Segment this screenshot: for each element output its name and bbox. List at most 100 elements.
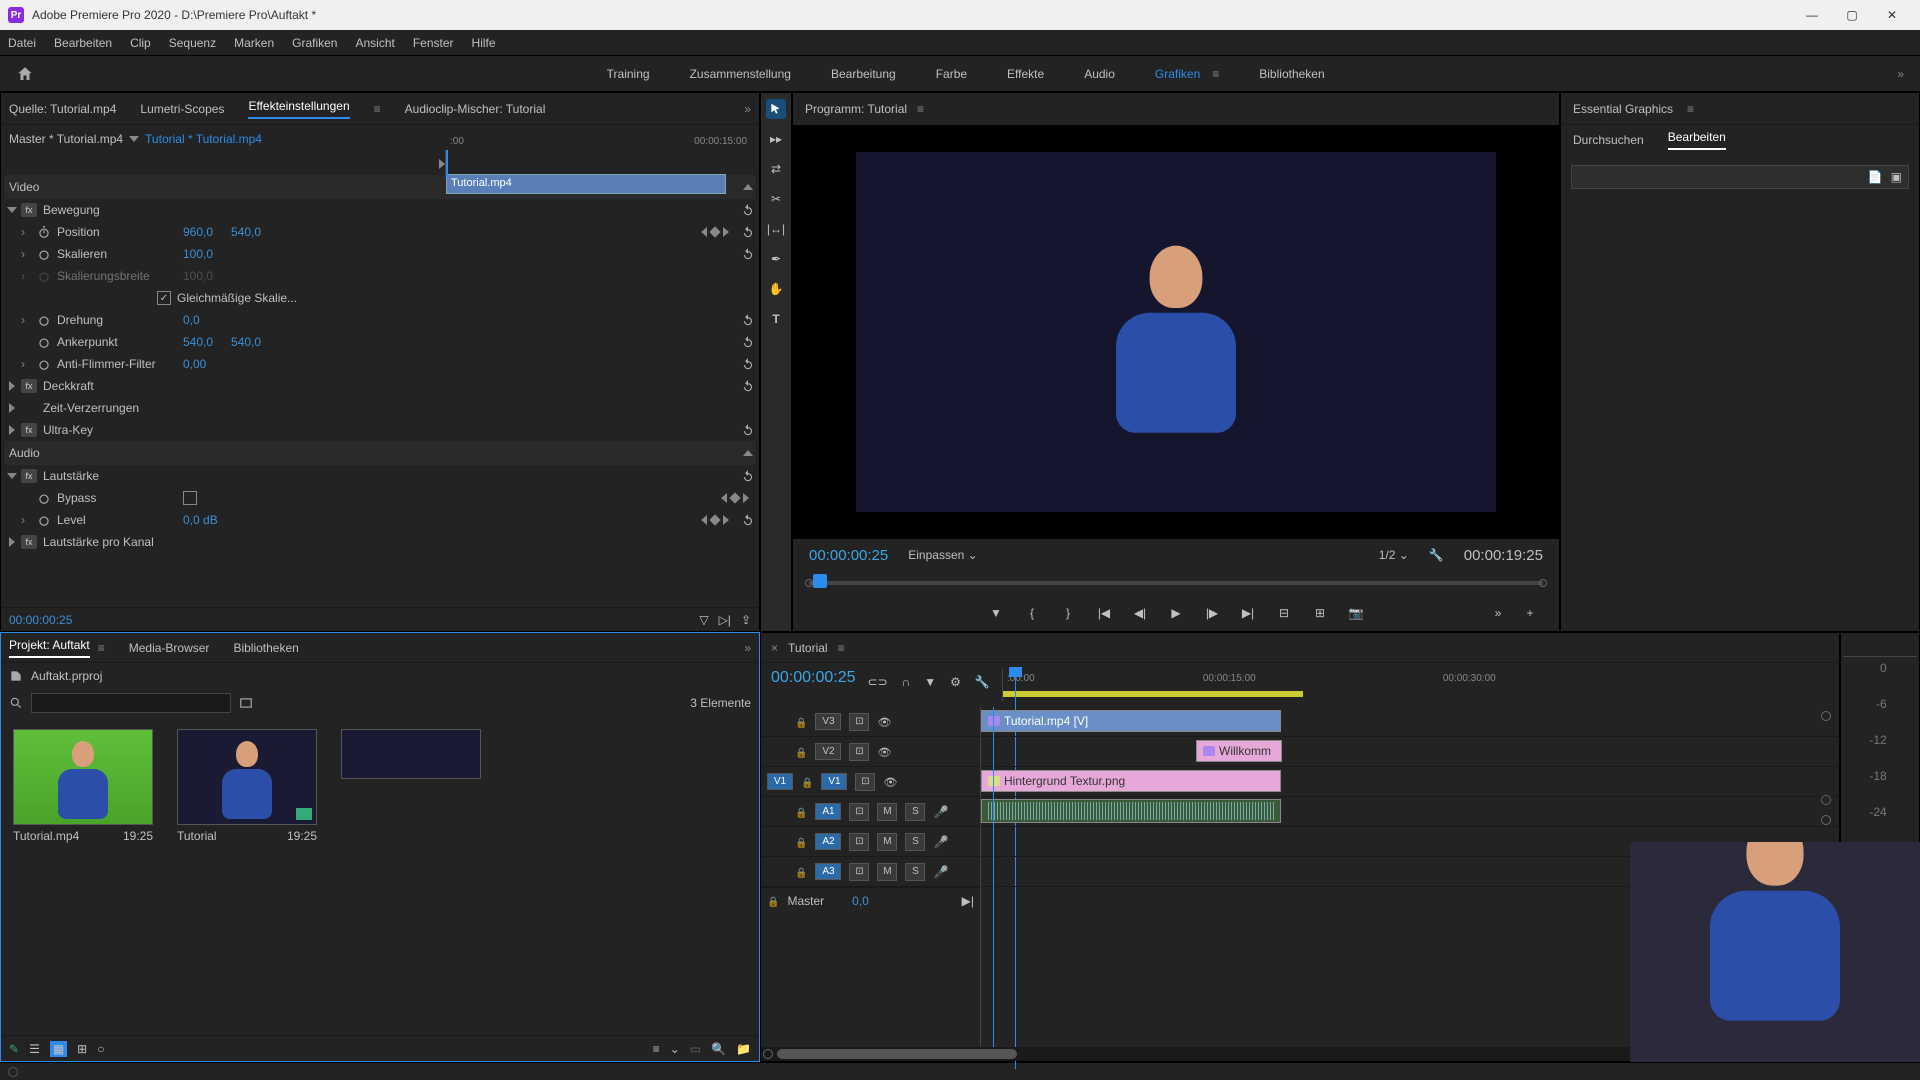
panel-overflow-icon[interactable]: » — [744, 641, 751, 655]
fx-lautstaerke-kanal[interactable]: fx Lautstärke pro Kanal — [5, 531, 755, 553]
tab-media-browser[interactable]: Media-Browser — [129, 641, 210, 655]
chevron-down-icon[interactable] — [129, 136, 139, 142]
lock-icon[interactable] — [795, 805, 807, 819]
expand-icon[interactable] — [9, 381, 15, 391]
skalieren-value[interactable]: 100,0 — [183, 247, 213, 261]
step-forward-button[interactable]: |▶ — [1203, 604, 1221, 622]
tab-effekteinstellungen[interactable]: Effekteinstellungen — [248, 99, 349, 119]
menu-sequenz[interactable]: Sequenz — [169, 36, 216, 50]
fx-deckkraft[interactable]: fx Deckkraft — [5, 375, 755, 397]
timeline-playhead-line[interactable] — [993, 707, 994, 1047]
workspace-zusammenstellung[interactable]: Zusammenstellung — [690, 67, 791, 81]
master-value[interactable]: 0,0 — [852, 894, 869, 908]
sync-lock-icon[interactable]: ⊡ — [849, 833, 869, 851]
expand-icon[interactable] — [7, 473, 17, 479]
tab-projekt[interactable]: Projekt: Auftakt — [9, 638, 90, 658]
reset-icon[interactable] — [741, 247, 755, 261]
scrub-playhead[interactable] — [813, 574, 827, 588]
new-bin-icon[interactable]: 📁 — [736, 1042, 751, 1056]
automate-icon[interactable]: ▭ — [690, 1042, 701, 1056]
stopwatch-icon[interactable] — [37, 225, 51, 239]
workspace-menu-icon[interactable]: ≡ — [1212, 67, 1219, 81]
eye-icon[interactable] — [883, 775, 897, 789]
keyframe-nav[interactable] — [721, 493, 749, 503]
go-to-end-icon[interactable]: ▶| — [962, 894, 974, 908]
track-header-v2[interactable]: V2 ⊡ — [761, 737, 980, 767]
reset-icon[interactable] — [741, 513, 755, 527]
voiceover-icon[interactable]: 🎤 — [933, 835, 948, 849]
settings-wrench-icon[interactable]: 🔧 — [1429, 548, 1444, 562]
linked-selection-icon[interactable]: ∩ — [902, 675, 911, 689]
tl-wrench-icon[interactable]: 🔧 — [975, 675, 990, 689]
workspace-farbe[interactable]: Farbe — [936, 67, 967, 81]
panel-menu-icon[interactable]: ≡ — [917, 102, 924, 116]
maximize-button[interactable]: ▢ — [1840, 8, 1864, 22]
track-select-tool[interactable]: ▸▸ — [766, 129, 786, 149]
collapse-icon[interactable] — [743, 450, 753, 456]
lock-icon[interactable] — [795, 835, 807, 849]
lock-icon[interactable] — [795, 745, 807, 759]
program-scrubber[interactable] — [793, 571, 1559, 595]
reset-icon[interactable] — [741, 313, 755, 327]
menu-fenster[interactable]: Fenster — [413, 36, 454, 50]
expand-icon[interactable]: › — [21, 357, 31, 371]
home-icon[interactable] — [16, 65, 34, 83]
add-button-icon[interactable]: + — [1521, 604, 1539, 622]
mark-in-button[interactable]: { — [1023, 604, 1041, 622]
track-header-v3[interactable]: V3 ⊡ — [761, 707, 980, 737]
panel-menu-icon[interactable]: ≡ — [1687, 102, 1694, 116]
track-name[interactable]: V3 — [815, 713, 841, 730]
master-track-header[interactable]: Master 0,0 ▶| — [761, 887, 980, 913]
solo-button[interactable]: S — [905, 803, 925, 821]
clip-v2[interactable]: Willkomm — [1196, 740, 1282, 762]
timeline-ruler[interactable]: :00:00 00:00:15:00 00:00:30:00 — [1002, 669, 1829, 701]
list-view-icon[interactable]: ☰ — [29, 1042, 40, 1056]
reset-icon[interactable] — [741, 469, 755, 483]
source-patch[interactable]: V1 — [767, 773, 793, 790]
reset-icon[interactable] — [741, 335, 755, 349]
fx-bewegung[interactable]: fx Bewegung — [5, 199, 755, 221]
razor-tool[interactable]: ✂ — [766, 189, 786, 209]
eye-icon[interactable] — [877, 745, 891, 759]
panel-menu-icon[interactable]: ≡ — [838, 641, 845, 655]
voiceover-icon[interactable]: 🎤 — [933, 865, 948, 879]
freeform-view-icon[interactable]: ⊞ — [77, 1042, 87, 1056]
clip-v1[interactable]: Hintergrund Textur.png — [981, 770, 1281, 792]
reset-icon[interactable] — [741, 225, 755, 239]
zoom-dropdown[interactable]: 1/2 ⌄ — [1379, 548, 1409, 562]
clip-a1[interactable] — [981, 799, 1281, 823]
lock-icon[interactable] — [801, 775, 813, 789]
bin-thumbnail[interactable] — [177, 729, 317, 825]
expand-icon[interactable]: › — [21, 313, 31, 327]
drehung-value[interactable]: 0,0 — [183, 313, 200, 327]
expand-icon[interactable] — [7, 207, 17, 213]
track-name[interactable]: A2 — [815, 833, 841, 850]
clip-v3[interactable]: Tutorial.mp4 [V] — [981, 710, 1281, 732]
bin-item[interactable]: Tutorial.mp419:25 — [13, 729, 153, 843]
go-to-out-button[interactable]: ▶| — [1239, 604, 1257, 622]
slip-tool[interactable]: |↔| — [766, 219, 786, 239]
keyframe-nav[interactable] — [701, 515, 729, 525]
expand-icon[interactable] — [9, 403, 15, 413]
tl-close-icon[interactable]: × — [771, 641, 778, 655]
mute-button[interactable]: M — [877, 863, 897, 881]
expand-icon[interactable]: › — [21, 513, 31, 527]
close-button[interactable]: ✕ — [1880, 8, 1904, 22]
ankerpunkt-y-value[interactable]: 540,0 — [231, 335, 261, 349]
scroll-thumb[interactable] — [777, 1049, 1017, 1059]
menu-clip[interactable]: Clip — [130, 36, 151, 50]
sort-dropdown-icon[interactable]: ⌄ — [670, 1042, 680, 1056]
tl-sequence-name[interactable]: Tutorial — [788, 641, 828, 655]
sync-lock-icon[interactable]: ⊡ — [849, 713, 869, 731]
zoom-handle-icon[interactable] — [1821, 795, 1831, 805]
zoom-handle-icon[interactable] — [1821, 711, 1831, 721]
track-header-a2[interactable]: A2 ⊡ M S 🎤 — [761, 827, 980, 857]
collapse-icon[interactable] — [743, 184, 753, 190]
mute-button[interactable]: M — [877, 803, 897, 821]
sequence-clip-link[interactable]: Tutorial * Tutorial.mp4 — [145, 132, 262, 146]
extract-button[interactable]: ⊞ — [1311, 604, 1329, 622]
track-header-a3[interactable]: A3 ⊡ M S 🎤 — [761, 857, 980, 887]
ripple-edit-tool[interactable]: ⇄ — [766, 159, 786, 179]
project-search-input[interactable] — [31, 693, 231, 713]
reset-icon[interactable] — [741, 423, 755, 437]
